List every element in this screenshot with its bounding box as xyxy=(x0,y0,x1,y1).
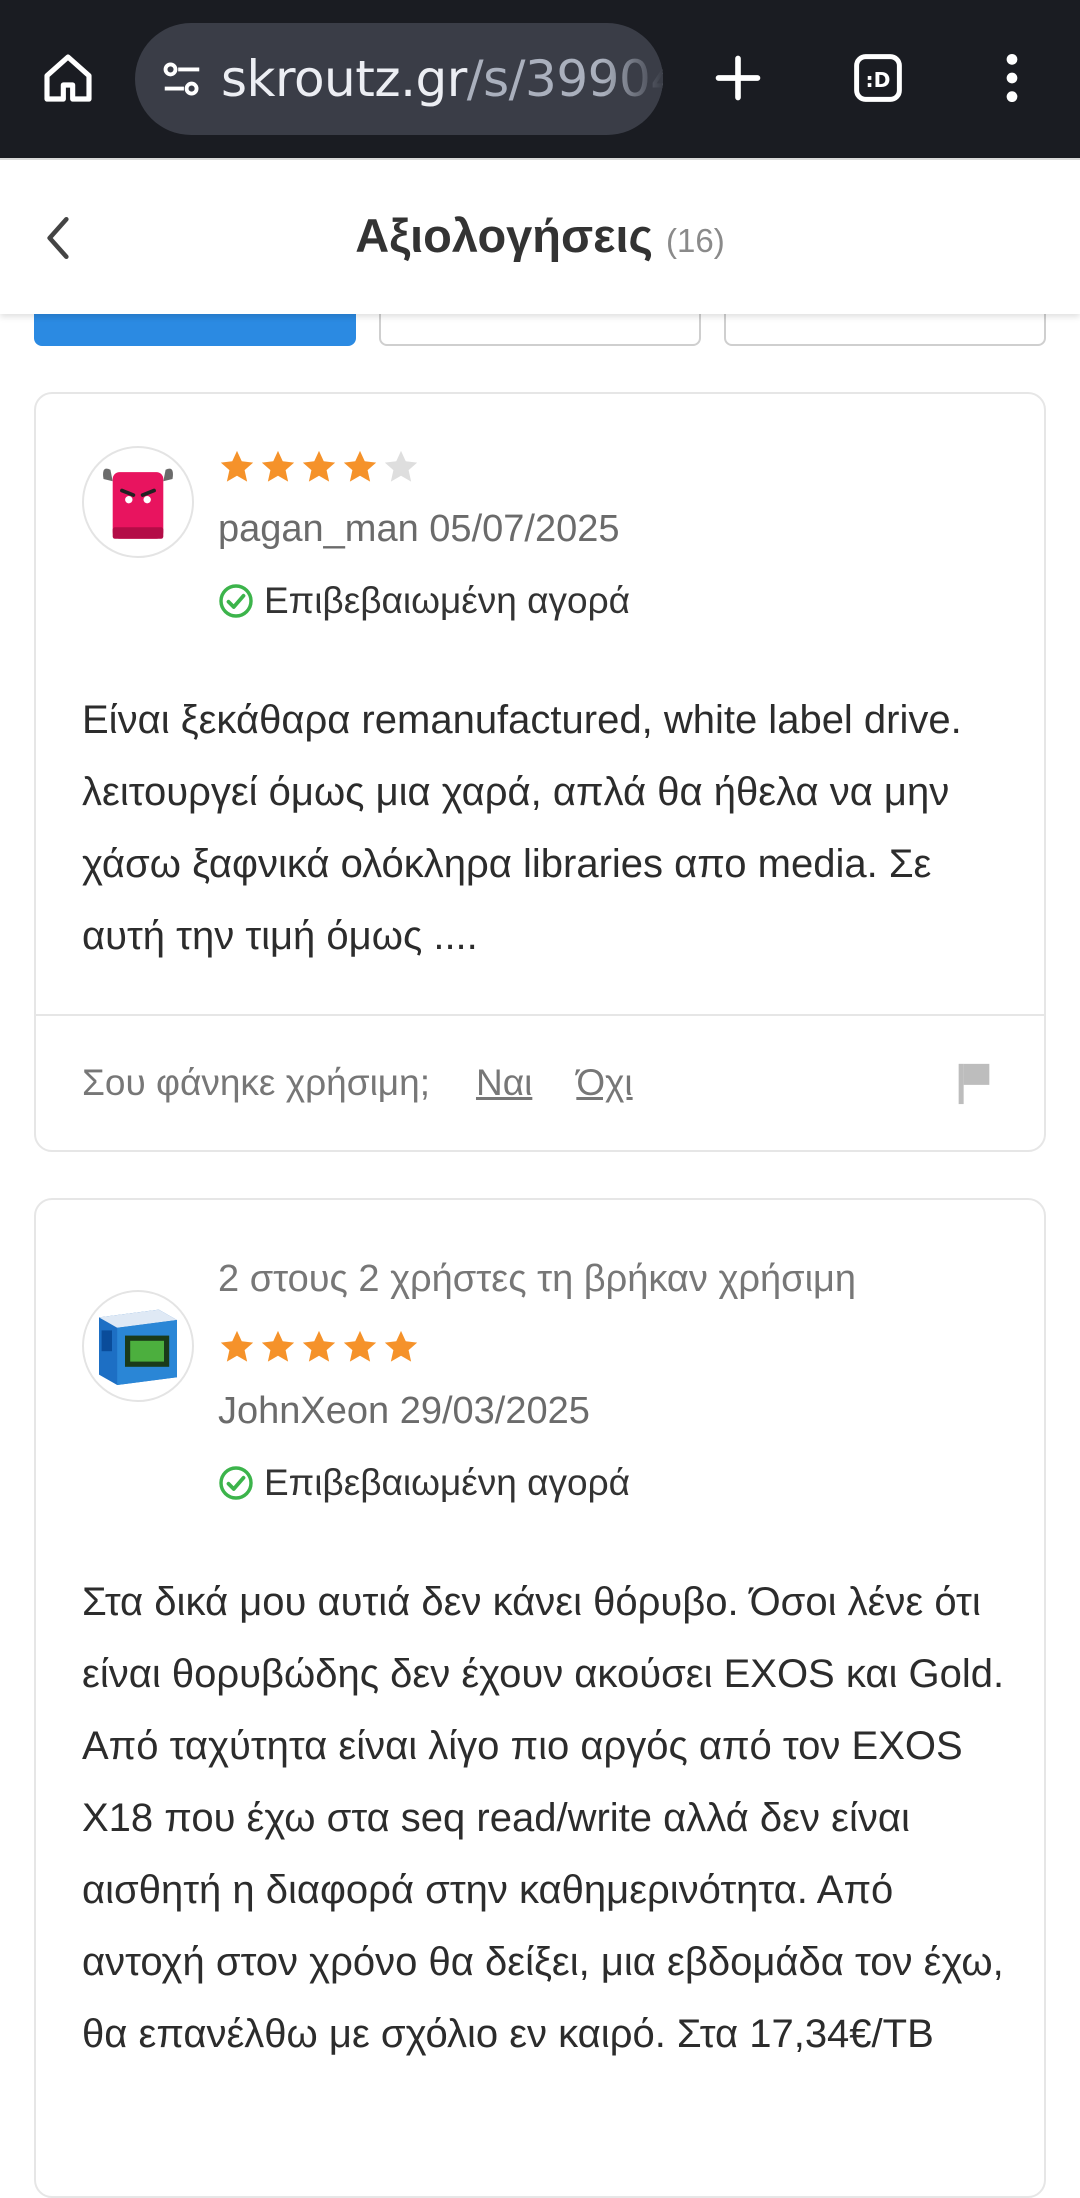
star-filled-icon xyxy=(343,450,377,482)
address-bar[interactable]: skroutz.gr/s/3990478 xyxy=(135,23,663,135)
tab-count-badge: :D xyxy=(866,68,891,92)
review-text: Στα δικά μου αυτιά δεν κάνει θόρυβο. Όσο… xyxy=(82,1580,1005,2056)
check-circle-icon xyxy=(218,583,254,619)
reviewer-line: JohnXeon 29/03/2025 xyxy=(218,1390,590,1433)
reviewer-name: JohnXeon xyxy=(218,1390,390,1432)
reviewer-line: pagan_man 05/07/2025 xyxy=(218,508,619,551)
tab-switcher-button[interactable]: :D xyxy=(840,40,916,116)
review-date: 29/03/2025 xyxy=(399,1390,590,1432)
star-empty-icon xyxy=(384,450,418,482)
url-domain: skroutz.gr xyxy=(221,50,467,108)
page-title: Αξιολογήσεις (16) xyxy=(0,208,1080,263)
url-text: skroutz.gr/s/3990478 xyxy=(221,50,663,108)
verified-purchase: Επιβεβαιωμένη αγορά xyxy=(218,1462,630,1504)
browser-toolbar: skroutz.gr/s/3990478 :D xyxy=(0,0,1080,158)
check-circle-icon xyxy=(218,1465,254,1501)
vote-no-link[interactable]: Όχι xyxy=(576,1062,632,1104)
review-text: Είναι ξεκάθαρα remanufactured, white lab… xyxy=(82,698,962,958)
new-tab-icon[interactable] xyxy=(700,40,776,116)
star-rating xyxy=(218,448,420,486)
review-card: 2 στους 2 χρήστες τη βρήκαν χρήσιμη John… xyxy=(34,1198,1046,2198)
intel-product-box-avatar-icon xyxy=(82,1290,194,1402)
star-filled-icon xyxy=(220,1330,254,1362)
vote-yes-link[interactable]: Ναι xyxy=(476,1062,532,1104)
page-title-text: Αξιολογήσεις xyxy=(355,209,653,262)
report-flag-icon[interactable] xyxy=(954,1060,994,1106)
review-card: pagan_man 05/07/2025 Επιβεβαιωμένη αγορά… xyxy=(34,392,1046,1152)
review-date: 05/07/2025 xyxy=(429,508,620,550)
site-settings-icon[interactable] xyxy=(157,54,207,104)
reviewer-name: pagan_man xyxy=(218,508,419,550)
review-count: (16) xyxy=(666,222,725,259)
verified-label: Επιβεβαιωμένη αγορά xyxy=(264,580,631,621)
star-filled-icon xyxy=(302,1330,336,1362)
url-fade xyxy=(603,23,663,135)
star-filled-icon xyxy=(384,1330,418,1362)
star-filled-icon xyxy=(261,450,295,482)
home-icon[interactable] xyxy=(30,40,106,116)
helpful-count: 2 στους 2 χρήστες τη βρήκαν χρήσιμη xyxy=(218,1258,857,1300)
verified-label: Επιβεβαιωμένη αγορά xyxy=(264,1462,631,1503)
star-filled-icon xyxy=(220,450,254,482)
more-menu-icon[interactable] xyxy=(974,40,1050,116)
review-feedback: Σου φάνηκε χρήσιμη; Ναι Όχι xyxy=(36,1014,1044,1150)
star-filled-icon xyxy=(343,1330,377,1362)
reviews-header: Αξιολογήσεις (16) xyxy=(0,158,1080,314)
verified-purchase: Επιβεβαιωμένη αγορά xyxy=(218,580,630,622)
star-rating xyxy=(218,1328,420,1366)
pink-monster-avatar-icon xyxy=(82,446,194,558)
helpful-question: Σου φάνηκε χρήσιμη; xyxy=(82,1062,430,1103)
star-filled-icon xyxy=(261,1330,295,1362)
star-filled-icon xyxy=(302,450,336,482)
